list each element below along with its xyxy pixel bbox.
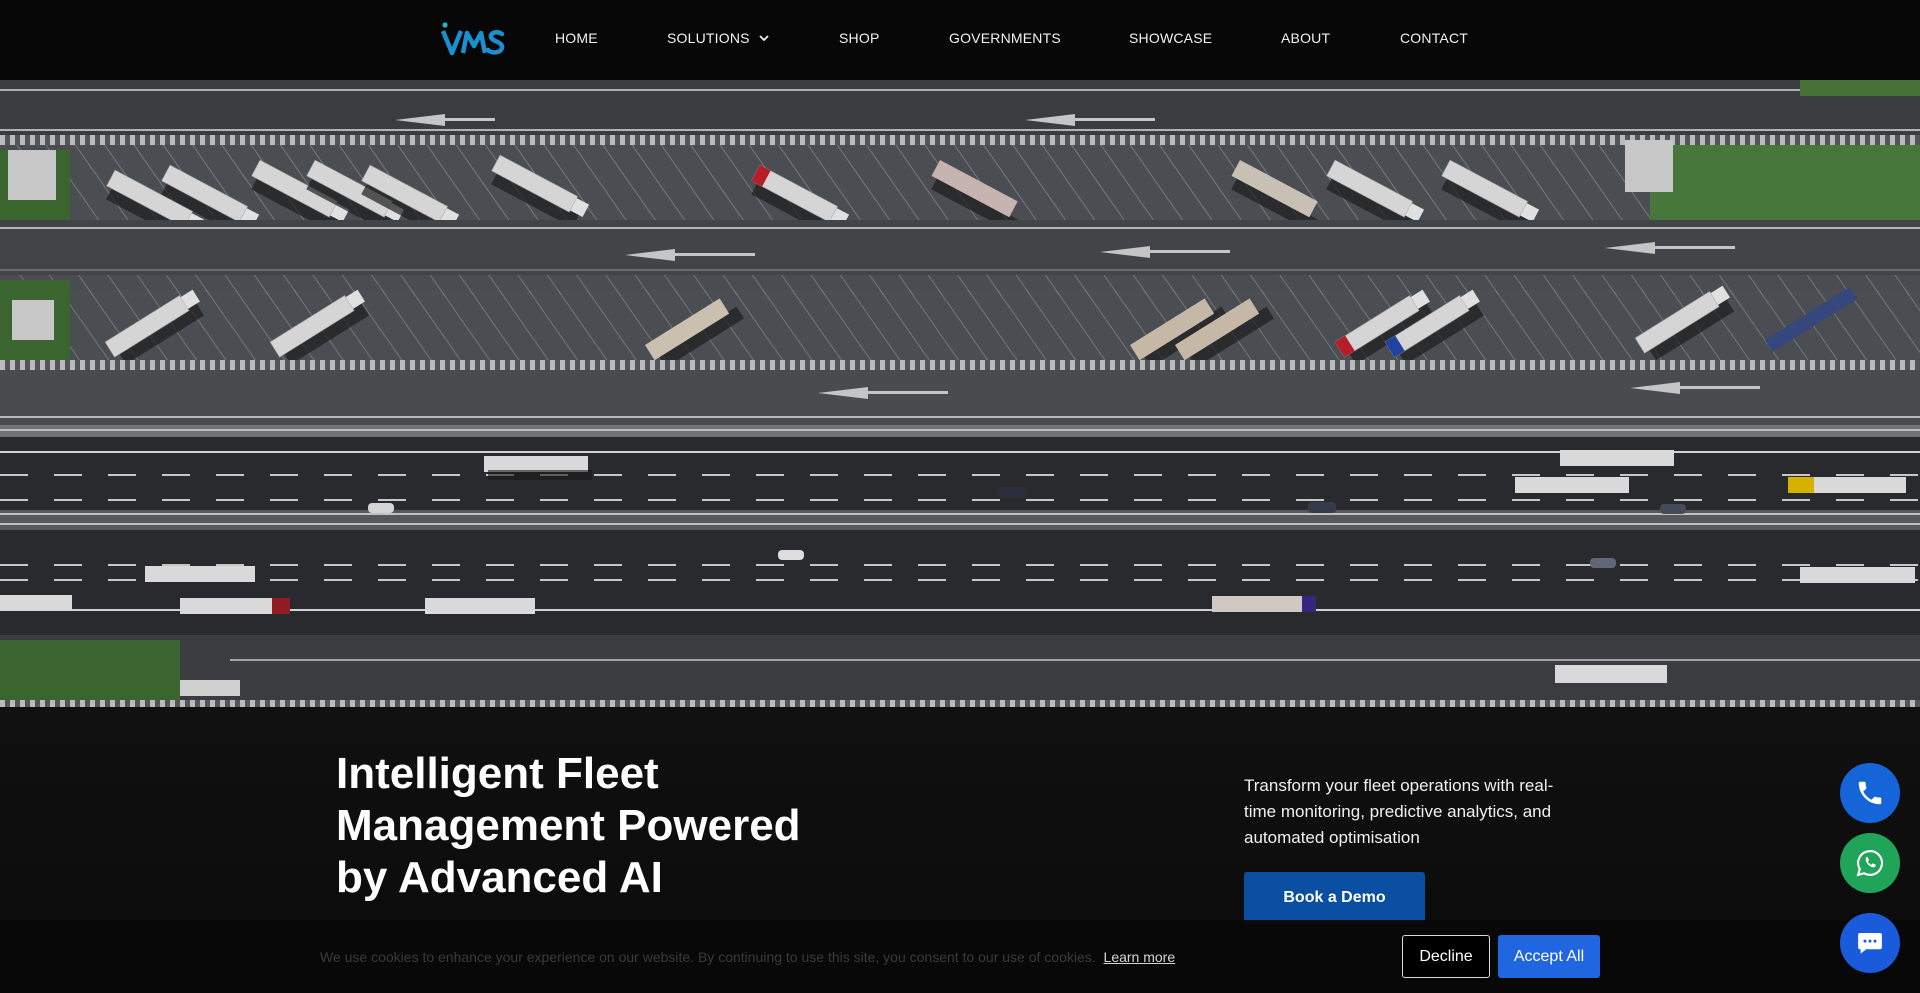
nav-solutions-label: SOLUTIONS — [667, 30, 750, 46]
cookie-message: We use cookies to enhance your experienc… — [320, 949, 1175, 965]
top-navigation: HOME SOLUTIONS SHOP GOVERNMENTS SHOWCASE… — [0, 0, 1920, 80]
nav-showcase[interactable]: SHOWCASE — [1129, 30, 1212, 46]
phone-icon — [1858, 781, 1882, 805]
chat-icon — [1858, 933, 1882, 954]
nav-shop[interactable]: SHOP — [839, 30, 879, 46]
whatsapp-icon — [1856, 850, 1884, 877]
call-button[interactable] — [1840, 763, 1900, 823]
cookie-decline-button[interactable]: Decline — [1402, 935, 1490, 978]
nav-contact[interactable]: CONTACT — [1400, 30, 1468, 46]
hero-headline: Intelligent Fleet Management Powered by … — [336, 749, 801, 902]
cookie-accept-all-button[interactable]: Accept All — [1498, 935, 1600, 978]
nav-home[interactable]: HOME — [555, 30, 598, 46]
cookie-learn-more-link[interactable]: Learn more — [1104, 949, 1176, 965]
chevron-down-icon — [759, 35, 769, 42]
book-demo-button[interactable]: Book a Demo — [1244, 872, 1425, 924]
cookie-message-text: We use cookies to enhance your experienc… — [320, 949, 1096, 965]
nav-governments[interactable]: GOVERNMENTS — [949, 30, 1061, 46]
vms-logo[interactable] — [440, 22, 506, 58]
nav-solutions[interactable]: SOLUTIONS — [667, 30, 770, 46]
cookie-consent-bar: We use cookies to enhance your experienc… — [0, 920, 1920, 993]
whatsapp-button[interactable] — [1840, 833, 1900, 893]
nav-about[interactable]: ABOUT — [1281, 30, 1330, 46]
hero-aerial-image — [0, 80, 1920, 707]
live-chat-button[interactable] — [1840, 913, 1900, 973]
hero-tagline: Transform your fleet operations with rea… — [1244, 776, 1554, 847]
